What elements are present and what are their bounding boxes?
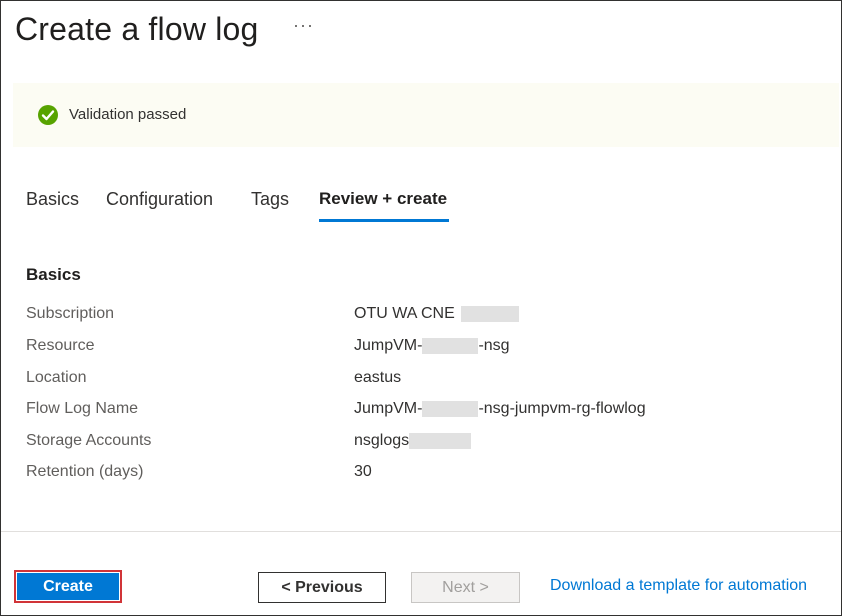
download-template-link[interactable]: Download a template for automation	[550, 577, 807, 595]
validation-status-text: Validation passed	[69, 106, 187, 123]
redacted-block	[422, 338, 479, 354]
next-button: Next >	[411, 572, 520, 603]
row-value: eastus	[354, 369, 401, 387]
row-value: nsglogs	[354, 432, 472, 450]
validation-banner: Validation passed	[13, 83, 839, 147]
row-label: Storage Accounts	[26, 432, 152, 449]
active-tab-indicator	[319, 219, 449, 222]
value-text: eastus	[354, 369, 402, 386]
value-text: OTU WA CNE	[354, 305, 455, 322]
tab-review-create[interactable]: Review + create	[319, 187, 447, 211]
more-options-icon[interactable]: ···	[293, 15, 314, 36]
summary-row-flow-log-name: Flow Log Name JumpVM- -nsg-jumpvm-rg-flo…	[1, 400, 841, 424]
check-circle-icon	[38, 105, 58, 125]
redacted-block	[409, 433, 472, 449]
footer-divider	[1, 531, 841, 532]
tab-tags[interactable]: Tags	[251, 187, 289, 211]
row-label: Subscription	[26, 305, 115, 322]
value-text: JumpVM-	[354, 337, 423, 354]
value-suffix: -nsg-jumpvm-rg-flowlog	[478, 400, 646, 417]
page-title: Create a flow log	[15, 11, 259, 47]
value-text: JumpVM-	[354, 400, 423, 417]
value-suffix: -nsg	[478, 337, 510, 354]
row-value: OTU WA CNE	[354, 305, 519, 323]
row-value: JumpVM- -nsg	[354, 337, 510, 355]
summary-row-retention: Retention (days) 30	[1, 463, 841, 487]
row-label: Location	[26, 369, 87, 386]
create-flow-log-blade: Create a flow log ··· Validation passed …	[0, 0, 842, 616]
row-value: 30	[354, 463, 372, 481]
create-button[interactable]: Create	[17, 573, 119, 600]
redacted-block	[460, 306, 519, 322]
summary-row-resource: Resource JumpVM- -nsg	[1, 337, 841, 361]
summary-row-location: Location eastus	[1, 369, 841, 393]
previous-button[interactable]: < Previous	[258, 572, 386, 603]
row-label: Retention (days)	[26, 463, 144, 480]
redacted-block	[422, 401, 479, 417]
row-label: Resource	[26, 337, 95, 354]
summary-row-subscription: Subscription OTU WA CNE	[1, 305, 841, 329]
tab-configuration[interactable]: Configuration	[106, 187, 213, 211]
tab-basics[interactable]: Basics	[26, 187, 79, 211]
section-heading-basics: Basics	[26, 265, 81, 284]
row-value: JumpVM- -nsg-jumpvm-rg-flowlog	[354, 400, 646, 418]
row-label: Flow Log Name	[26, 400, 139, 417]
value-text: 30	[354, 463, 372, 480]
value-text: nsglogs	[354, 432, 410, 449]
summary-row-storage-accounts: Storage Accounts nsglogs	[1, 432, 841, 456]
